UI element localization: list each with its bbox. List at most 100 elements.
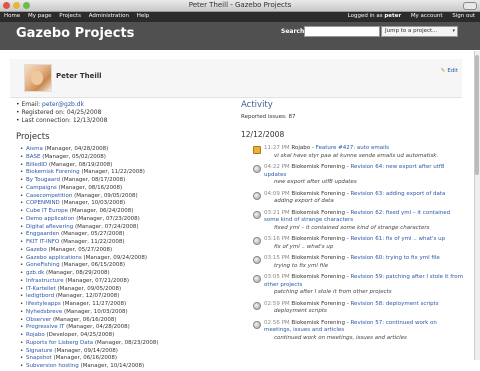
project-list-item: Ruports for Lisberg Data (Manager, 08/23… [20, 339, 159, 348]
project-link[interactable]: Observer [26, 317, 51, 323]
activity-time: 04:09 PM [264, 190, 290, 197]
project-link[interactable]: Progressive IT [26, 324, 64, 330]
project-list-item: FKIT IT-INFO (Manager, 11/22/2008) [20, 239, 159, 247]
project-link[interactable]: FKIT IT-INFO [26, 239, 59, 245]
projects-heading: Projects [16, 132, 50, 142]
project-link[interactable]: BASE [26, 154, 41, 160]
edit-user-link[interactable]: ✎ Edit [441, 68, 458, 74]
project-link[interactable]: GoneFishing [26, 262, 60, 268]
project-link[interactable]: BilledID [26, 162, 47, 168]
last-connection-text: Last connection: 12/13/2008 [21, 117, 108, 124]
menu-my-page-link[interactable]: My page [28, 13, 52, 19]
project-link[interactable]: Subversion hosting [26, 363, 79, 369]
activity-link[interactable]: Feature #427: auto emails [316, 145, 389, 151]
project-link[interactable]: Nyhedsbreve [26, 309, 62, 315]
project-link[interactable]: Signature [26, 348, 53, 354]
project-list-item: BASE (Manager, 05/02/2008) [20, 154, 159, 162]
avatar [24, 64, 52, 92]
project-link[interactable]: Campaigns [26, 185, 57, 191]
project-link[interactable]: Enggaarden [26, 231, 59, 237]
activity-time: 04:22 PM [264, 164, 290, 170]
project-role: (Manager, 09/24/2008) [83, 254, 148, 261]
project-role: (Manager, 07/23/2008) [76, 215, 140, 222]
project-role: (Manager, 10/03/2008) [61, 200, 126, 207]
project-list-item: COPENMIND (Manager, 10/03/2008) [20, 200, 159, 208]
project-role: (Manager, 06/24/2008) [69, 208, 134, 214]
main-content: Peter Theill ✎ Edit • Email: peter@gzb.dk… [0, 51, 475, 371]
project-link[interactable]: Snapshot [26, 355, 52, 361]
project-role: (Manager, 09/05/2008) [74, 192, 138, 199]
project-role: (Manager, 04/28/2008) [44, 146, 109, 152]
project-list-item: Infrastructure (Manager, 07/21/2008) [20, 277, 159, 286]
changeset-icon [253, 256, 261, 264]
activity-title-line: 04:22 PM Biokemisk Forening - Revision 6… [264, 164, 465, 179]
project-link[interactable]: Rojabo [26, 332, 45, 338]
menu-projects-link[interactable]: Projects [59, 13, 81, 19]
menu-administration-link[interactable]: Administration [89, 13, 129, 19]
project-role: (Manager, 08/29/2008) [46, 270, 110, 276]
project-link[interactable]: Gazebo applications [26, 255, 82, 261]
project-link[interactable]: Aisma [26, 146, 43, 152]
project-list-item: Subversion hosting (Manager, 10/14/2008) [20, 363, 159, 371]
registered-text: Registered on: 04/25/2008 [21, 109, 102, 116]
project-link[interactable]: Infrastructure [26, 278, 64, 284]
project-role: (Manager, 07/21/2008) [65, 277, 129, 284]
project-list-item: Digital aflevering (Manager, 07/24/2008) [20, 224, 159, 232]
changeset-icon [253, 301, 261, 310]
activity-link[interactable]: Revision 57: continued work on meetings,… [264, 320, 437, 334]
search-label: Search: [281, 28, 307, 35]
my-account-link[interactable]: My account [411, 13, 443, 19]
activity-project: Biokemisk Forening - [291, 274, 349, 280]
changeset-icon [253, 237, 261, 245]
project-link[interactable]: Biokemisk Forening [26, 169, 80, 175]
project-link[interactable]: Digital aflevering [26, 224, 73, 230]
project-link[interactable]: Cube IT Europe [26, 208, 68, 214]
project-link[interactable]: Ruports for Lisberg Data [26, 340, 93, 346]
project-role: (Manager, 09/05/2008) [57, 285, 122, 292]
last-connection-row: • Last connection: 12/13/2008 [16, 117, 108, 124]
project-link[interactable]: Gazebo [26, 247, 47, 253]
changeset-icon [253, 210, 261, 219]
menu-home-link[interactable]: Home [4, 13, 20, 19]
vertical-scrollbar[interactable] [474, 51, 480, 360]
activity-project: Biokemisk Forening - [291, 255, 349, 261]
activity-heading: Activity [241, 100, 273, 110]
project-link[interactable]: COPENMIND [26, 200, 60, 206]
activity-link[interactable]: Revision 63: adding export of data [350, 191, 445, 197]
project-link[interactable]: ledigtbord [26, 293, 54, 299]
project-link[interactable]: lifestyleapps [26, 301, 61, 307]
project-link[interactable]: IT-Kartellet [26, 286, 56, 292]
project-link[interactable]: Demo application [26, 216, 74, 222]
activity-link[interactable]: Revision 61: fix of yml .. what's up [350, 236, 445, 242]
activity-link[interactable]: Revision 60: trying to fix yml file [350, 255, 439, 261]
project-role: (Manager, 08/23/2008) [94, 339, 159, 346]
activity-description: fix of yml .. what's up [274, 243, 334, 250]
logged-in-username[interactable]: peter [384, 13, 401, 19]
top-menu-left: Home My page Projects Administration Hel… [4, 13, 155, 19]
registered-row: • Registered on: 04/25/2008 [16, 109, 102, 116]
activity-title-line: 03:16 PM Biokemisk Forening - Revision 6… [264, 236, 465, 244]
email-link[interactable]: peter@gzb.dk [42, 101, 84, 108]
project-list-item: GoneFishing (Manager, 06/15/2008) [20, 262, 159, 270]
avatar-face [31, 71, 43, 85]
project-link[interactable]: By Tougaard [26, 177, 60, 183]
scrollbar-thumb[interactable] [475, 55, 479, 175]
email-row: • Email: peter@gzb.dk [16, 101, 85, 108]
activity-link[interactable]: Revision 58: deployment scripts [350, 301, 438, 307]
project-list-item: Demo application (Manager, 07/23/2008) [20, 215, 159, 224]
reported-issues: Reported issues: 87 [241, 114, 296, 120]
project-list-item: Biokemisk Forening (Manager, 11/22/2008) [20, 169, 159, 177]
project-link[interactable]: Casecompetition [26, 193, 72, 199]
activity-title-line: 02:59 PM Biokemisk Forening - Revision 5… [264, 301, 465, 309]
project-list-item: gzb.dk (Manager, 08/29/2008) [20, 270, 159, 278]
menu-help-link[interactable]: Help [137, 13, 150, 19]
project-list-item: BilledID (Manager, 08/19/2008) [20, 162, 159, 170]
toolbar-toggle-button[interactable] [463, 2, 477, 10]
jump-to-project-select[interactable]: Jump to a project... ▾ [381, 26, 458, 37]
activity-time: 11:27 PM [264, 145, 290, 151]
project-link[interactable]: gzb.dk [26, 270, 44, 276]
search-input[interactable] [304, 26, 380, 37]
sign-out-link[interactable]: Sign out [452, 13, 475, 19]
logged-in-status: Logged in as peter [340, 13, 401, 19]
edit-label: Edit [447, 68, 458, 74]
